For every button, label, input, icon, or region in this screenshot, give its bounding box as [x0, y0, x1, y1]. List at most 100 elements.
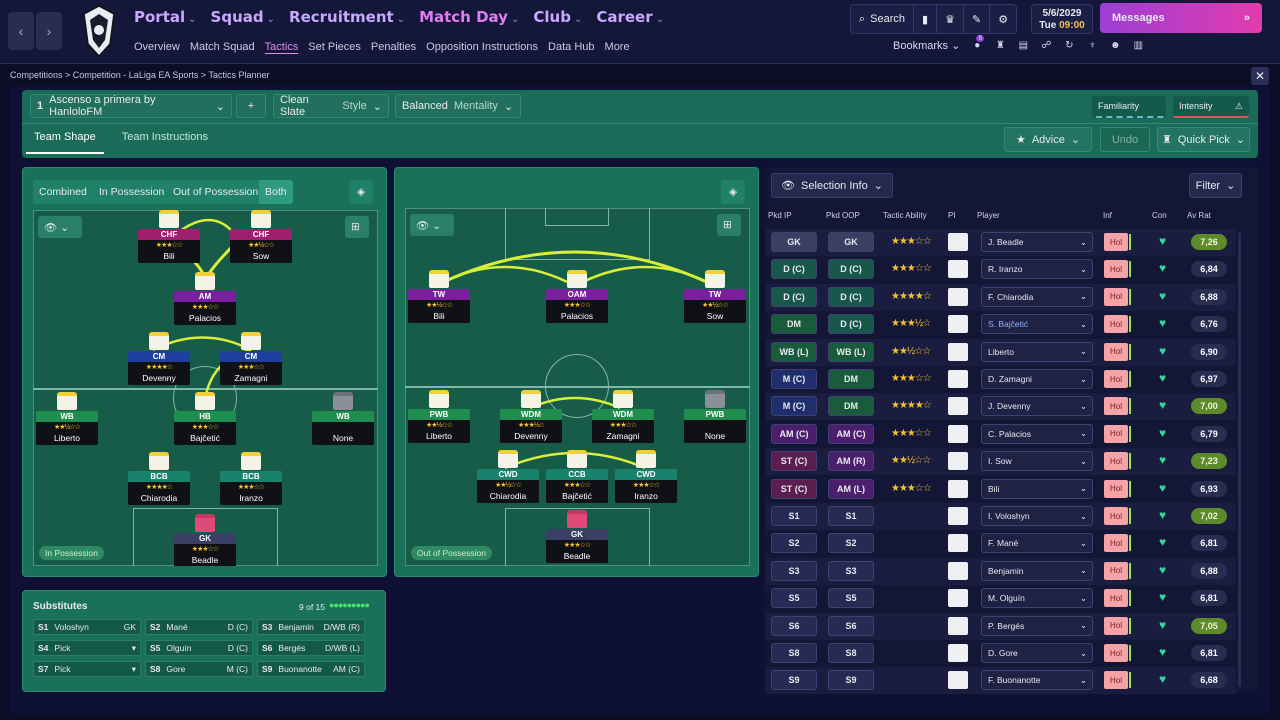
tab-team-instructions[interactable]: Team Instructions [122, 124, 208, 154]
substitute-slot[interactable]: S6 Bergés D/WB (L) [257, 640, 365, 656]
substitute-slot[interactable]: S1 Voloshyn GK [33, 619, 141, 635]
selection-info-dropdown[interactable]: 👁 Selection Info ⌄ [771, 173, 893, 198]
bookmarks-dropdown[interactable]: Bookmarks ⌄ [893, 39, 960, 52]
picked-ip-position[interactable]: S8 [771, 643, 817, 663]
picked-oop-position[interactable]: S2 [828, 533, 874, 554]
picked-oop-position[interactable]: AM (L) [828, 478, 874, 499]
player-row[interactable]: S9 S9 F. Buonanotte ⌄ Hol ♥ 6,68 [766, 667, 1236, 695]
substitute-slot[interactable]: S2 Mané D (C) [145, 619, 253, 635]
phase-out-of-possession-button[interactable]: Out of Possession [167, 180, 265, 204]
player-row[interactable]: D (C) D (C) ★★★☆☆ R. Iranzo ⌄ Hol ♥ 6,84 [766, 256, 1236, 283]
picked-ip-position[interactable]: D (C) [771, 286, 817, 307]
player-instructions-button[interactable] [948, 561, 968, 580]
player-instructions-button[interactable] [948, 397, 968, 416]
phase-in-possession-button[interactable]: In Possession [93, 180, 171, 204]
add-tactic-button[interactable]: + [236, 94, 266, 118]
player-selector[interactable]: C. Palacios ⌄ [981, 423, 1093, 444]
forward-button[interactable]: › [36, 12, 62, 50]
player-row[interactable]: S2 S2 F. Mané ⌄ Hol ♥ 6,81 [766, 530, 1236, 557]
player-row[interactable]: M (C) DM ★★★★☆ J. Devenny ⌄ Hol ♥ 7,00 [766, 393, 1236, 421]
player-selector[interactable]: M. Olguín ⌄ [981, 588, 1093, 609]
picked-oop-position[interactable]: GK [828, 232, 874, 252]
filter-dropdown[interactable]: Filter ⌄ [1189, 173, 1242, 198]
player-instructions-button[interactable] [948, 315, 968, 334]
picked-oop-position[interactable]: S5 [828, 588, 874, 609]
subnav-tactics[interactable]: Tactics [264, 41, 299, 54]
picked-ip-position[interactable]: M (C) [771, 369, 817, 389]
nav-match-day[interactable]: Match Day ⌄ [419, 8, 519, 26]
player-token[interactable]: CWD ★★★☆☆ Iranzo [615, 450, 677, 503]
familiarity-meter[interactable]: Familiarity [1092, 96, 1166, 118]
player-selector[interactable]: F. Chiarodia ⌄ [981, 286, 1093, 307]
messages-button[interactable]: Messages » [1100, 3, 1262, 33]
picked-oop-position[interactable]: S9 [828, 670, 874, 691]
player-row[interactable]: GK GK ★★★☆☆ J. Beadle ⌄ Hol ♥ 7,26 [766, 229, 1236, 256]
player-instructions-button[interactable] [948, 507, 968, 525]
picked-ip-position[interactable]: S6 [771, 615, 817, 636]
player-token[interactable]: GK ★★★☆☆ Beadle [174, 514, 236, 566]
undo-button[interactable]: Undo [1100, 127, 1150, 152]
player-token[interactable]: BCB ★★★★☆ Chiarodia [128, 452, 190, 505]
nav-portal[interactable]: Portal ⌄ [134, 8, 197, 26]
tab-team-shape[interactable]: Team Shape [26, 124, 104, 154]
settings-gear-icon[interactable]: ⚙ [990, 5, 1016, 33]
player-instructions-button[interactable] [948, 260, 968, 279]
picked-ip-position[interactable]: S5 [771, 588, 817, 609]
substitute-slot[interactable]: S5 Olguín D (C) [145, 640, 253, 656]
player-token[interactable]: OAM ★★★☆☆ Palacios [546, 270, 608, 323]
player-instructions-button[interactable] [948, 616, 968, 635]
player-token[interactable]: WDM ★★★½☆ Devenny [500, 390, 562, 443]
picked-ip-position[interactable]: S3 [771, 560, 817, 581]
player-row[interactable]: S8 S8 D. Gore ⌄ Hol ♥ 6,81 [766, 640, 1236, 667]
player-token[interactable]: WB ★★½☆☆ Liberto [36, 392, 98, 445]
picked-oop-position[interactable]: DM [828, 369, 874, 389]
substitute-slot[interactable]: S9 Buonanotte AM (C) [257, 661, 365, 677]
player-token[interactable]: TW ★★½☆☆ Sow [684, 270, 746, 323]
player-selector[interactable]: D. Zamagni ⌄ [981, 369, 1093, 389]
player-selector[interactable]: J. Devenny ⌄ [981, 396, 1093, 417]
player-instructions-button[interactable] [948, 342, 968, 361]
refresh-icon[interactable]: ↻ [1063, 40, 1075, 51]
substitute-slot[interactable]: S4 Pick ▾ [33, 640, 141, 656]
nav-club[interactable]: Club ⌄ [533, 8, 582, 26]
subnav-set-pieces[interactable]: Set Pieces [308, 41, 361, 54]
player-selector[interactable]: D. Gore ⌄ [981, 643, 1093, 663]
picked-oop-position[interactable]: D (C) [828, 286, 874, 307]
player-instructions-button[interactable] [948, 534, 968, 553]
player-row[interactable]: WB (L) WB (L) ★★½☆☆ Liberto ⌄ Hol ♥ 6,90 [766, 338, 1236, 366]
player-instructions-button[interactable] [948, 287, 968, 306]
picked-ip-position[interactable]: AM (C) [771, 423, 817, 444]
picked-oop-position[interactable]: DM [828, 396, 874, 417]
player-selector[interactable]: R. Iranzo ⌄ [981, 259, 1093, 280]
player-instructions-button[interactable] [948, 370, 968, 388]
player-token[interactable]: CM ★★★★☆ Devenny [128, 332, 190, 385]
quick-pick-button[interactable]: ♜ Quick Pick ⌄ [1157, 127, 1250, 152]
player-row[interactable]: ST (C) AM (L) ★★★☆☆ Bili ⌄ Hol ♥ 6,93 [766, 476, 1236, 503]
player-token[interactable]: HB ★★★☆☆ Bajčetić [174, 392, 236, 445]
people-icon[interactable]: ☻ [1109, 40, 1121, 51]
subnav-penalties[interactable]: Penalties [371, 41, 416, 54]
player-selector[interactable]: I. Voloshyn ⌄ [981, 506, 1093, 526]
player-token[interactable]: CHF ★★½☆☆ Sow [230, 210, 292, 263]
mentality-selector[interactable]: Balanced Mentality ⌄ [395, 94, 521, 118]
player-selector[interactable]: Liberto ⌄ [981, 341, 1093, 362]
player-row[interactable]: S6 S6 P. Bergés ⌄ Hol ♥ 7,05 [766, 612, 1236, 640]
picked-oop-position[interactable]: S1 [828, 506, 874, 526]
subnav-match-squad[interactable]: Match Squad [190, 41, 255, 54]
picked-oop-position[interactable]: WB (L) [828, 341, 874, 362]
search-button[interactable]: ⌕ Search [851, 5, 915, 33]
player-instructions-button[interactable] [948, 233, 968, 251]
subnav-more[interactable]: More [605, 41, 630, 54]
subnav-overview[interactable]: Overview [134, 41, 180, 54]
player-instructions-button[interactable] [948, 479, 968, 498]
player-row[interactable]: ST (C) AM (R) ★★½☆☆ I. Sow ⌄ Hol ♥ 7,23 [766, 448, 1236, 476]
player-instructions-button[interactable] [948, 671, 968, 690]
player-instructions-button[interactable] [948, 424, 968, 443]
intensity-meter[interactable]: Intensity ⚠ [1173, 96, 1249, 118]
nav-recruitment[interactable]: Recruitment ⌄ [289, 8, 405, 26]
picked-ip-position[interactable]: S2 [771, 533, 817, 554]
cup-icon[interactable]: ♆ [1086, 40, 1098, 51]
player-selector[interactable]: I. Sow ⌄ [981, 451, 1093, 472]
document-icon[interactable]: ▤ [1017, 40, 1029, 51]
picked-oop-position[interactable]: S6 [828, 615, 874, 636]
